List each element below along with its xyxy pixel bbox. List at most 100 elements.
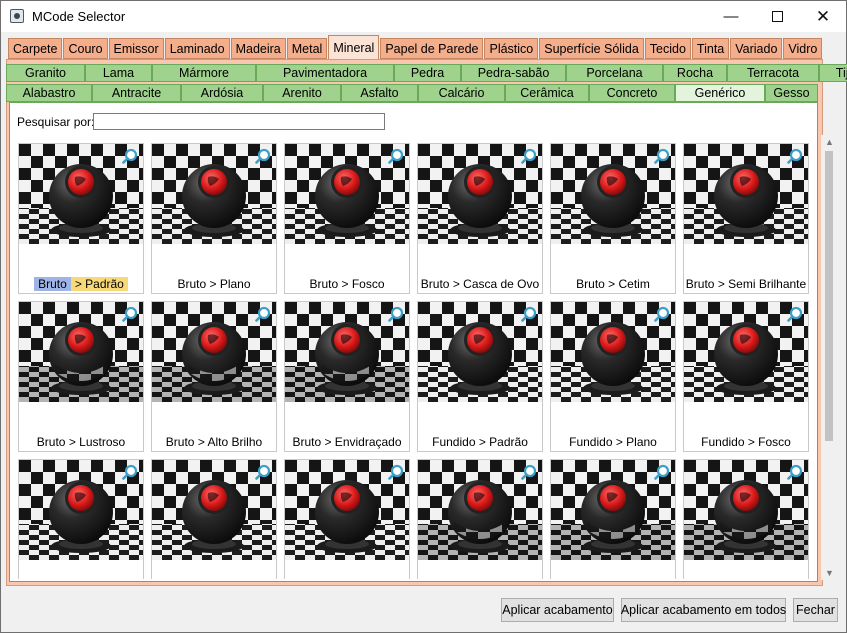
material-card[interactable]: Fundido > Padrão <box>417 301 543 452</box>
subtab[interactable]: Terracota <box>727 64 819 82</box>
material-card[interactable]: Bruto > Padrão <box>18 143 144 294</box>
apply-finish-all-button[interactable]: Aplicar acabamento em todos <box>621 598 786 622</box>
magnifier-icon[interactable] <box>255 306 271 322</box>
subtab[interactable]: Tijolo <box>819 64 847 82</box>
tab-category[interactable]: Mineral <box>328 35 380 59</box>
subtab[interactable]: Concreto <box>589 84 675 102</box>
material-card[interactable] <box>550 459 676 579</box>
magnifier-icon[interactable] <box>787 306 803 322</box>
material-card[interactable]: Fundido > Plano <box>550 301 676 452</box>
subtab[interactable]: Gesso <box>765 84 818 102</box>
magnifier-icon[interactable] <box>388 306 404 322</box>
subtab[interactable]: Rocha <box>663 64 727 82</box>
magnifier-icon[interactable] <box>122 306 138 322</box>
magnifier-icon[interactable] <box>654 464 670 480</box>
material-card[interactable]: Bruto > Envidraçado <box>284 301 410 452</box>
subtabs-row-2: Alabastro Antracite Ardósia Arenito Asfalto C… <box>6 84 818 104</box>
magnifier-icon[interactable] <box>787 464 803 480</box>
subtab[interactable]: Arenito <box>263 84 341 102</box>
material-label: Bruto > Envidraçado <box>292 435 402 449</box>
material-label: Fundido > Plano <box>569 435 657 449</box>
material-card[interactable]: Fundido > Fosco <box>683 301 809 452</box>
tab-category[interactable]: Couro <box>63 38 108 59</box>
material-card[interactable] <box>683 459 809 579</box>
material-card[interactable]: Bruto > Semi Brilhante <box>683 143 809 294</box>
material-card[interactable]: Bruto > Plano <box>151 143 277 294</box>
search-input[interactable] <box>93 113 385 130</box>
material-label: Bruto > Fosco <box>309 277 385 291</box>
tab-category[interactable]: Carpete <box>8 38 63 59</box>
subtab[interactable]: Pedra-sabão <box>461 64 566 82</box>
tab-category[interactable]: Plástico <box>484 38 539 59</box>
material-card[interactable] <box>284 459 410 579</box>
material-card[interactable]: Bruto > Alto Brilho <box>151 301 277 452</box>
tab-category[interactable]: Vidro <box>783 38 823 59</box>
subtab[interactable]: Pavimentadora <box>256 64 394 82</box>
tab-category[interactable]: Laminado <box>164 38 230 59</box>
material-label: Bruto > Plano <box>177 277 251 291</box>
magnifier-icon[interactable] <box>388 148 404 164</box>
magnifier-icon[interactable] <box>521 306 537 322</box>
subtabs-row-1: Granito Lama Mármore Pavimentadora Pedra Pedr… <box>6 64 847 84</box>
vertical-scrollbar[interactable]: ▲ ▼ <box>821 135 838 580</box>
magnifier-icon[interactable] <box>654 148 670 164</box>
tab-category[interactable]: Variado <box>730 38 783 59</box>
subtab[interactable]: Lama <box>85 64 152 82</box>
subtab[interactable]: Asfalto <box>341 84 418 102</box>
subtab[interactable]: Genérico <box>675 84 765 102</box>
tab-category[interactable]: Superfície Sólida <box>539 38 644 59</box>
tab-category[interactable]: Madeira <box>230 38 286 59</box>
search-label: Pesquisar por: <box>17 115 95 129</box>
material-card[interactable]: Bruto > Cetim <box>550 143 676 294</box>
material-card[interactable]: Bruto > Fosco <box>284 143 410 294</box>
subtab[interactable]: Granito <box>6 64 85 82</box>
subtab[interactable]: Pedra <box>394 64 461 82</box>
selected-label-part: Bruto <box>34 277 71 291</box>
material-card[interactable] <box>151 459 277 579</box>
scroll-thumb[interactable] <box>825 151 833 441</box>
material-card[interactable] <box>18 459 144 579</box>
material-label: Bruto > Alto Brilho <box>165 435 263 449</box>
subtab[interactable]: Ardósia <box>181 84 263 102</box>
scroll-down-icon[interactable]: ▼ <box>821 566 838 580</box>
subtab[interactable]: Calcário <box>418 84 505 102</box>
material-card[interactable]: Bruto > Lustroso <box>18 301 144 452</box>
magnifier-icon[interactable] <box>255 464 271 480</box>
tab-category[interactable]: Papel de Parede <box>380 38 484 59</box>
minimize-button[interactable]: — <box>708 1 754 32</box>
material-grid: Bruto > Padrão Bruto > Plano Bruto > Fosc… <box>18 143 818 579</box>
scroll-up-icon[interactable]: ▲ <box>821 135 838 149</box>
apply-finish-button[interactable]: Aplicar acabamento <box>501 598 614 622</box>
window-title: MCode Selector <box>32 9 126 24</box>
selected-label-part: > Padrão <box>70 277 128 291</box>
maximize-button[interactable] <box>754 1 800 32</box>
tab-category[interactable]: Metal <box>286 38 328 59</box>
material-label: Bruto > Casca de Ovo <box>420 277 540 291</box>
mcode-selector-window: MCode Selector — ✕ Carpete Couro Emissor La… <box>0 0 847 633</box>
material-label: Fundido > Fosco <box>701 435 791 449</box>
tab-category[interactable]: Tecido <box>644 38 691 59</box>
close-button[interactable]: Fechar <box>793 598 838 622</box>
subtab[interactable]: Cerâmica <box>505 84 589 102</box>
magnifier-icon[interactable] <box>122 464 138 480</box>
material-label: Fundido > Padrão <box>432 435 528 449</box>
title-bar: MCode Selector — ✕ <box>1 1 846 32</box>
material-card[interactable]: Bruto > Casca de Ovo <box>417 143 543 294</box>
subtab[interactable]: Porcelana <box>566 64 663 82</box>
magnifier-icon[interactable] <box>255 148 271 164</box>
magnifier-icon[interactable] <box>521 148 537 164</box>
subtab[interactable]: Alabastro <box>6 84 92 102</box>
material-label: Bruto > Padrão <box>19 277 143 291</box>
material-card[interactable] <box>417 459 543 579</box>
subtab[interactable]: Antracite <box>92 84 181 102</box>
magnifier-icon[interactable] <box>122 148 138 164</box>
material-label: Bruto > Semi Brilhante <box>685 277 807 291</box>
subtab[interactable]: Mármore <box>152 64 256 82</box>
tab-category[interactable]: Tinta <box>691 38 730 59</box>
close-window-button[interactable]: ✕ <box>800 1 846 32</box>
magnifier-icon[interactable] <box>388 464 404 480</box>
magnifier-icon[interactable] <box>787 148 803 164</box>
magnifier-icon[interactable] <box>654 306 670 322</box>
tab-category[interactable]: Emissor <box>108 38 164 59</box>
magnifier-icon[interactable] <box>521 464 537 480</box>
